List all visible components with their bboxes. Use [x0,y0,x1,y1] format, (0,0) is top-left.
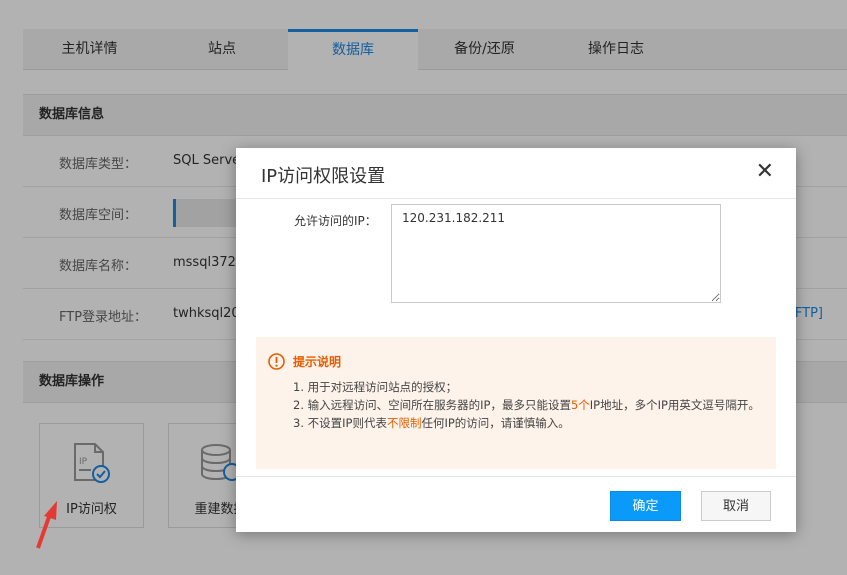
tip-line-2: 2. 输入远程访问、空间所在服务器的IP，最多只能设置5个IP地址，多个IP用英… [293,397,763,413]
warning-circle-icon [268,353,285,370]
cancel-button[interactable]: 取消 [701,491,771,521]
close-icon[interactable]: ✕ [756,160,774,184]
tip-lines: 1. 用于对远程访问站点的授权； 2. 输入远程访问、空间所在服务器的IP，最多… [293,379,763,433]
tip-box: 提示说明 1. 用于对远程访问站点的授权； 2. 输入远程访问、空间所在服务器的… [256,337,776,469]
tip-line-2-highlight: 5个 [570,398,590,412]
confirm-button[interactable]: 确定 [610,491,681,521]
tip-line-2-text: 2. 输入远程访问、空间所在服务器的IP，最多只能设置 [293,398,571,412]
dialog-header: IP访问权限设置 ✕ [236,148,796,199]
tip-title: 提示说明 [293,355,342,369]
tip-line-3: 3. 不设置IP则代表不限制任何IP的访问，请谨慎输入。 [293,415,763,431]
allowed-ip-textarea[interactable]: 120.231.182.211 [391,204,721,303]
tip-line-3-rest: 任何IP的访问，请谨慎输入。 [421,416,570,430]
annotation-arrow-icon [36,501,57,549]
tip-line-3-text: 3. 不设置IP则代表 [293,416,387,430]
ip-access-dialog: IP访问权限设置 ✕ 允许访问的IP： 120.231.182.211 提示说明… [236,148,796,532]
allowed-ip-label: 允许访问的IP： [294,214,377,228]
tip-line-1: 1. 用于对远程访问站点的授权； [293,380,458,394]
dialog-footer: 确定 取消 [236,476,796,532]
tip-line-2-rest: IP地址，多个IP用英文逗号隔开。 [589,398,760,412]
dialog-title: IP访问权限设置 [261,166,386,187]
tip-line-3-highlight: 不限制 [386,416,422,430]
